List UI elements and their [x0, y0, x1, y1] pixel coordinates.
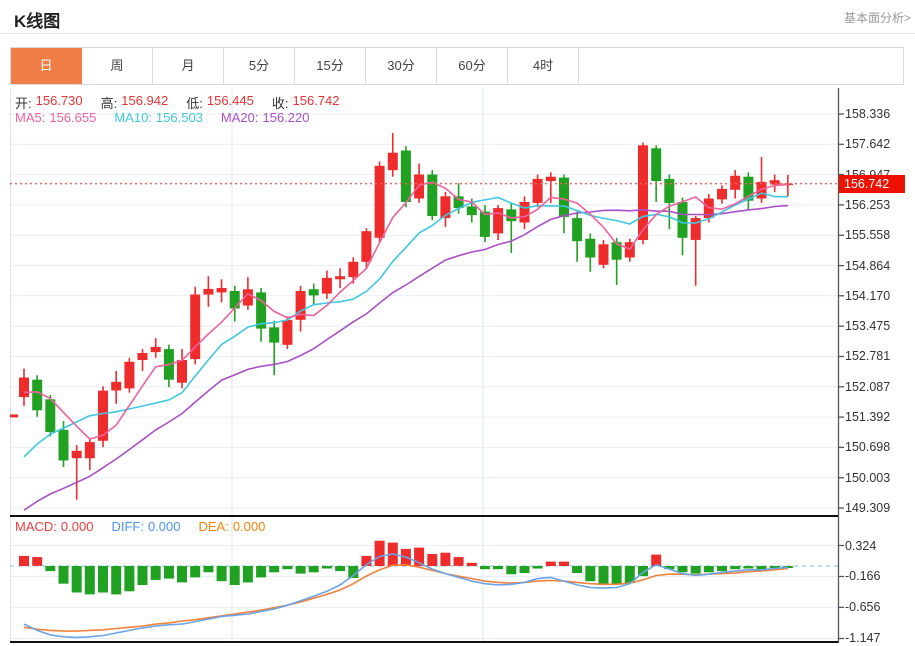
diff-readout: DIFF:0.000: [111, 519, 180, 534]
page-title: K线图: [14, 7, 60, 32]
price-axis-label: 153.475: [845, 318, 890, 334]
ma20-readout: MA20:156.220: [221, 110, 310, 125]
price-axis-label: 154.170: [845, 288, 890, 304]
tab-4hour[interactable]: 4时: [508, 48, 579, 84]
price-axis-label: 149.309: [845, 500, 890, 516]
price-axis-label: 154.864: [845, 258, 890, 274]
macd-axis-label: -0.656: [845, 599, 880, 615]
kline-page: K线图 基本面分析> 日 周 月 5分 15分 30分 60分 4时 开:156…: [0, 0, 915, 646]
macd-axis-label: 0.324: [845, 538, 876, 554]
ma-row: MA5:156.655 MA10:156.503 MA20:156.220: [15, 110, 310, 125]
price-axis-label: 158.336: [845, 106, 890, 122]
macd-axis-label: -0.166: [845, 568, 880, 584]
price-axis-label: 151.392: [845, 409, 890, 425]
price-axis-label: 156.253: [845, 197, 890, 213]
tab-30min[interactable]: 30分: [366, 48, 437, 84]
current-price-badge: 156.742: [839, 175, 905, 193]
ma10-readout: MA10:156.503: [114, 110, 203, 125]
tab-60min[interactable]: 60分: [437, 48, 508, 84]
period-tabbar: 日 周 月 5分 15分 30分 60分 4时: [10, 47, 904, 85]
header-divider: [0, 33, 915, 34]
price-axis-label: 157.642: [845, 136, 890, 152]
tab-month[interactable]: 月: [153, 48, 224, 84]
price-axis-label: 150.698: [845, 439, 890, 455]
tab-15min[interactable]: 15分: [295, 48, 366, 84]
price-axis-label: 152.781: [845, 348, 890, 364]
ma5-readout: MA5:156.655: [15, 110, 96, 125]
tab-5min[interactable]: 5分: [224, 48, 295, 84]
price-axis-label: 150.003: [845, 470, 890, 486]
dea-readout: DEA:0.000: [198, 519, 265, 534]
macd-readout-row: MACD:0.000 DIFF:0.000 DEA:0.000: [15, 519, 265, 534]
main-candlestick-chart[interactable]: [0, 88, 915, 517]
tab-week[interactable]: 周: [82, 48, 153, 84]
macd-panel[interactable]: [0, 517, 915, 646]
tab-day[interactable]: 日: [11, 48, 82, 84]
price-axis-label: 155.558: [845, 227, 890, 243]
macd-axis-label: -1.147: [845, 630, 880, 646]
price-axis-label: 152.087: [845, 379, 890, 395]
fundamental-analysis-link[interactable]: 基本面分析>: [844, 9, 911, 26]
macd-readout: MACD:0.000: [15, 519, 93, 534]
